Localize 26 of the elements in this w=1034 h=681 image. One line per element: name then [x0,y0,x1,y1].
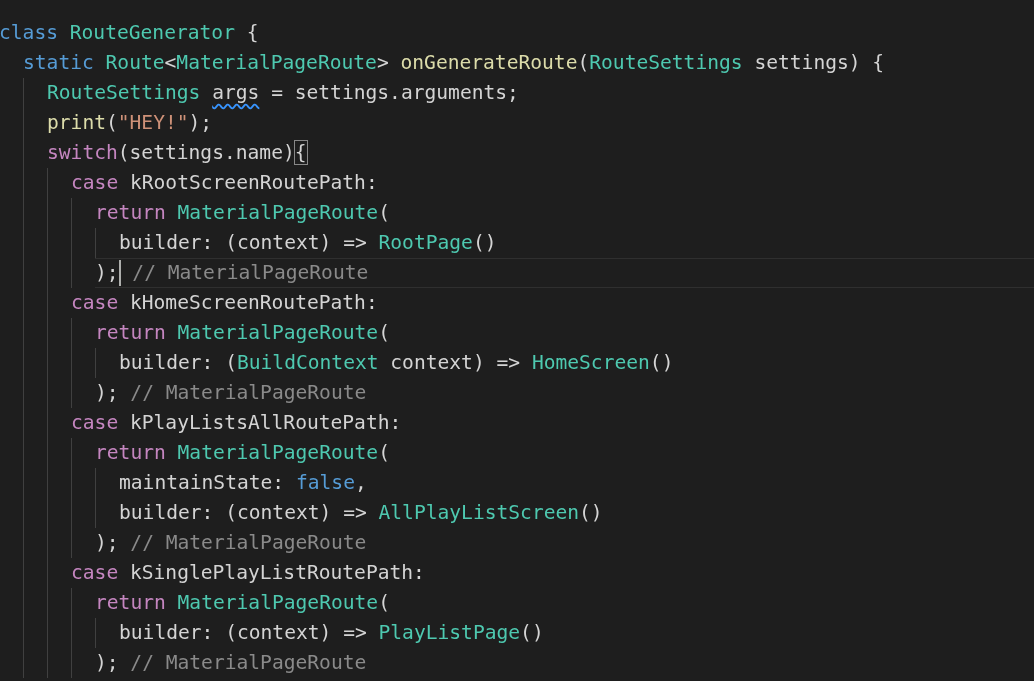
code-line: builder: (context) => RootPage() [119,230,497,256]
code-line: switch(settings.name){ [47,140,307,166]
code-line: static Route<MaterialPageRoute> onGenerateRoute(RouteSettings settings) { [23,50,885,76]
code-line: print("HEY!"); [47,110,213,136]
code-line: ); [95,260,119,286]
code-line: case kPlayListsAllRoutePath: [71,410,402,436]
code-line: case kHomeScreenRoutePath: [71,290,378,316]
code-line: builder: (context) => PlayListPage() [119,620,544,646]
code-line: ); [95,530,119,556]
code-comment: // MaterialPageRoute [130,530,367,556]
code-line: ); [95,380,119,406]
code-comment: // MaterialPageRoute [132,260,369,286]
code-line: return MaterialPageRoute( [95,200,390,226]
code-line: case kSinglePlayListRoutePath: [71,560,425,586]
code-line: case kRootScreenRoutePath: [71,170,378,196]
code-line: RouteSettings args = settings.arguments; [47,80,519,106]
code-line: return MaterialPageRoute( [95,320,390,346]
code-line: class RouteGenerator { [0,20,259,46]
code-line: builder: (context) => AllPlayListScreen() [119,500,603,526]
code-comment: // MaterialPageRoute [130,380,367,406]
code-line: return MaterialPageRoute( [95,440,390,466]
code-comment: // MaterialPageRoute [130,650,367,676]
code-line: builder: (BuildContext context) => HomeScreen() [119,350,674,376]
code-line: ); [95,650,119,676]
code-line: maintainState: false, [119,470,367,496]
code-line: return MaterialPageRoute( [95,590,390,616]
